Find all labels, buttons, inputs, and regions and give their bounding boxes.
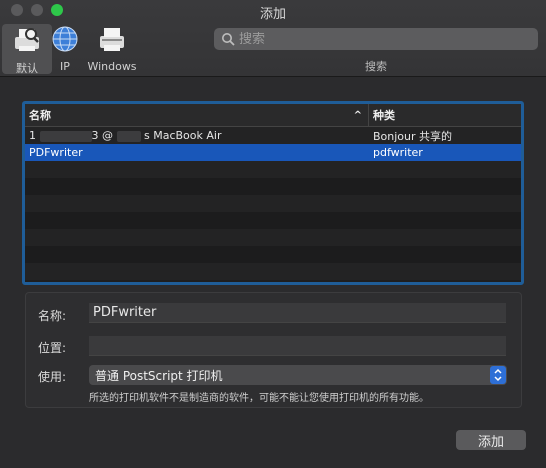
window-title: 添加	[259, 7, 286, 22]
printer-row-name: PDFwriter	[29, 146, 83, 159]
empty-row	[25, 229, 521, 246]
search-field[interactable]	[214, 28, 538, 50]
printer-list-header: 名称 ^ 种类	[25, 104, 521, 127]
empty-row	[25, 212, 521, 229]
search-input[interactable]	[239, 31, 529, 47]
sort-ascending-icon: ^	[353, 109, 362, 121]
printer-list[interactable]: 名称 ^ 种类 1 3 @ s MacBook Air Bonjour 共享的 …	[22, 101, 524, 285]
tab-windows-label: Windows	[87, 60, 137, 73]
search-caption: 搜索	[365, 60, 387, 73]
default-printer-icon	[15, 28, 39, 51]
globe-network-icon	[52, 26, 78, 52]
location-label: 位置:	[38, 341, 67, 355]
column-header-name[interactable]: 名称 ^	[25, 104, 369, 126]
column-header-name-label: 名称	[29, 109, 51, 122]
printer-details-form: 名称: 位置: 使用: 普通 PostScript 打印机 所选的打印机软件不是…	[25, 292, 522, 408]
printer-row-kind: Bonjour 共享的	[373, 129, 453, 143]
windows-printer-icon	[100, 28, 124, 51]
window-titlebar: 添加 默认 IP Windows 搜索 搜索	[0, 0, 546, 77]
redacted-text	[116, 130, 141, 142]
empty-row	[25, 161, 521, 178]
printer-row-kind: pdfwriter	[373, 146, 423, 159]
tab-ip[interactable]: IP	[40, 24, 90, 73]
location-field[interactable]	[89, 336, 506, 356]
driver-select-value: 普通 PostScript 打印机	[95, 368, 223, 383]
column-header-kind[interactable]: 种类	[369, 104, 521, 126]
column-header-kind-label: 种类	[373, 109, 395, 122]
search-icon	[222, 33, 235, 46]
printer-list-rows: 1 3 @ s MacBook Air Bonjour 共享的 PDFwrite…	[25, 127, 521, 280]
empty-row	[25, 263, 521, 280]
empty-row	[25, 195, 521, 212]
driver-select[interactable]: 普通 PostScript 打印机	[89, 365, 507, 385]
printer-row[interactable]: 1 3 @ s MacBook Air Bonjour 共享的	[25, 127, 521, 144]
empty-row	[25, 246, 521, 263]
tab-windows[interactable]: Windows	[86, 24, 138, 73]
add-button[interactable]: 添加	[456, 430, 526, 450]
printer-row[interactable]: PDFwriter pdfwriter	[25, 144, 521, 161]
chevron-updown-icon	[490, 366, 506, 384]
printer-row-name: 1 3 @ s MacBook Air	[29, 129, 222, 142]
redacted-text	[39, 130, 92, 142]
use-label: 使用:	[38, 370, 67, 384]
name-field[interactable]	[89, 303, 506, 323]
empty-row	[25, 178, 521, 195]
name-label: 名称:	[38, 309, 67, 323]
tab-ip-label: IP	[60, 60, 70, 73]
driver-warning-note: 所选的打印机软件不是制造商的软件，可能不能让您使用打印机的所有功能。	[89, 393, 429, 404]
